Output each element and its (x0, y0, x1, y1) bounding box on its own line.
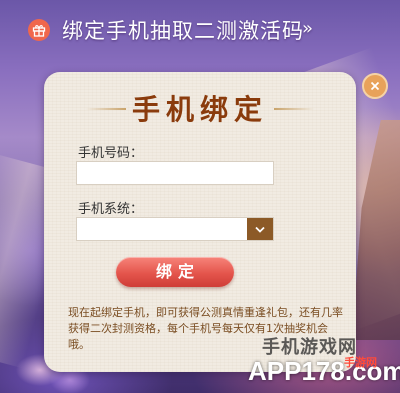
phone-bind-dialog: 手机绑定 手机号码： 手机系统： 绑定 现在起绑定手机，即可获得公测真情重逢礼包… (44, 72, 356, 372)
dropdown-button[interactable] (247, 218, 273, 240)
watermark-sub: 手游网 (344, 356, 377, 369)
top-banner[interactable]: 绑定手机抽取二测激活码 » (0, 0, 400, 60)
watermark-brand: APP178.com (248, 356, 400, 386)
phone-system-select[interactable] (76, 217, 274, 241)
watermark-logo: APP178.com (248, 356, 400, 387)
chevron-right-icon: » (302, 18, 313, 39)
chevron-down-icon (255, 226, 265, 233)
phone-system-label: 手机系统： (78, 202, 144, 217)
phone-number-label: 手机号码： (78, 146, 144, 161)
dialog-title: 手机绑定 (131, 93, 268, 126)
banner-title: 绑定手机抽取二测激活码 (62, 19, 304, 43)
phone-number-field[interactable] (76, 161, 274, 185)
close-icon (370, 81, 380, 91)
gift-icon (28, 19, 50, 41)
close-button[interactable] (362, 73, 388, 99)
phone-number-input[interactable] (77, 162, 273, 185)
bind-button[interactable]: 绑定 (116, 257, 234, 287)
